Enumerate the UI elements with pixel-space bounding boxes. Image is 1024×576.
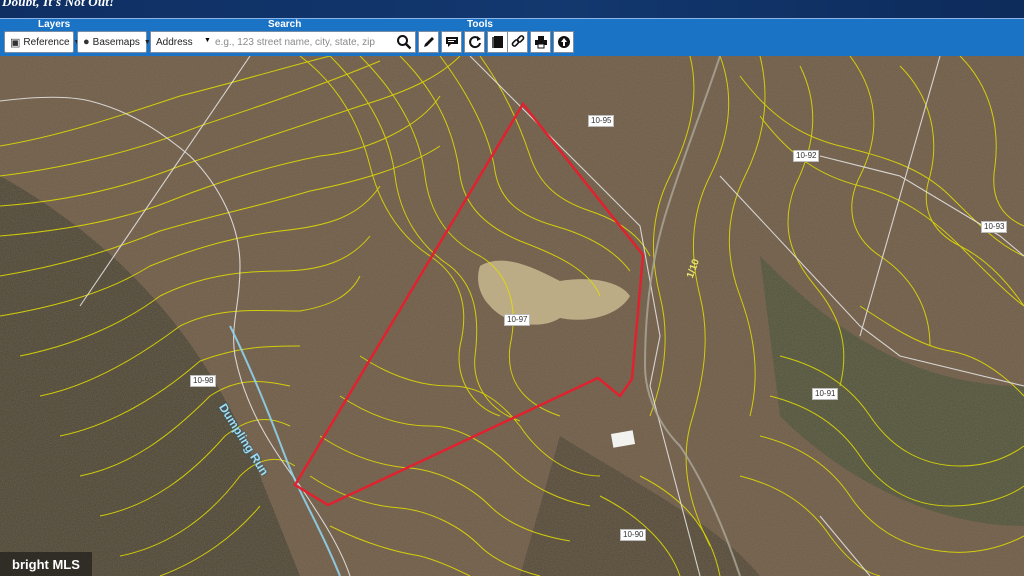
brightmls-watermark: bright MLS: [0, 552, 92, 576]
link-icon: [511, 35, 524, 47]
watermark-text: bright MLS: [12, 556, 80, 572]
link-tool-button[interactable]: [507, 31, 528, 53]
pencil-icon: [423, 37, 434, 47]
comment-tool-button[interactable]: [441, 31, 462, 53]
tools-group-title: Tools: [467, 19, 493, 30]
refresh-icon: [468, 36, 481, 49]
parcel-label: 10-91: [812, 388, 839, 400]
search-icon[interactable]: [396, 34, 412, 50]
print-tool-button[interactable]: [530, 31, 551, 53]
comment-icon: [445, 37, 458, 47]
header-banner: Doubt, It's Not Out!: [0, 0, 1024, 18]
refresh-tool-button[interactable]: [464, 31, 485, 53]
parcel-label: 10-98: [190, 375, 217, 387]
reference-dropdown[interactable]: ▣ Reference ▼: [4, 31, 80, 53]
document-icon: [491, 36, 503, 48]
search-type-select[interactable]: Address: [156, 37, 193, 48]
search-input[interactable]: e.g., 123 street name, city, state, zip: [215, 37, 375, 48]
parcel-label: 10-93: [981, 221, 1008, 233]
basemaps-dropdown[interactable]: ● Basemaps ▼: [77, 31, 151, 53]
basemaps-label: Basemaps: [92, 36, 140, 48]
address-search[interactable]: Address ▼ e.g., 123 street name, city, s…: [150, 31, 416, 53]
map-toolbar: Layers Search Tools ▣ Reference ▼ ● Base…: [0, 18, 1024, 57]
parcel-label: 10-92: [793, 150, 820, 162]
globe-icon: ●: [83, 36, 90, 48]
draw-tool-button[interactable]: [418, 31, 439, 53]
map-canvas[interactable]: 10-95 10-92 10-93 10-97 10-98 10-91 10-9…: [0, 56, 1024, 576]
parcel-label: 10-90: [620, 529, 647, 541]
reference-label: Reference: [23, 36, 70, 48]
banner-tagline: Doubt, It's Not Out!: [2, 0, 115, 9]
print-icon: [534, 36, 547, 49]
upload-tool-button[interactable]: [553, 31, 574, 53]
search-group-title: Search: [268, 19, 302, 30]
upload-icon: [557, 36, 570, 48]
chevron-down-icon: ▼: [204, 37, 211, 44]
layers-group-title: Layers: [38, 19, 71, 30]
image-icon: ▣: [10, 36, 21, 49]
parcel-label: 10-95: [588, 115, 615, 127]
document-tool-button[interactable]: [487, 31, 508, 53]
parcel-label: 10-97: [504, 314, 531, 326]
